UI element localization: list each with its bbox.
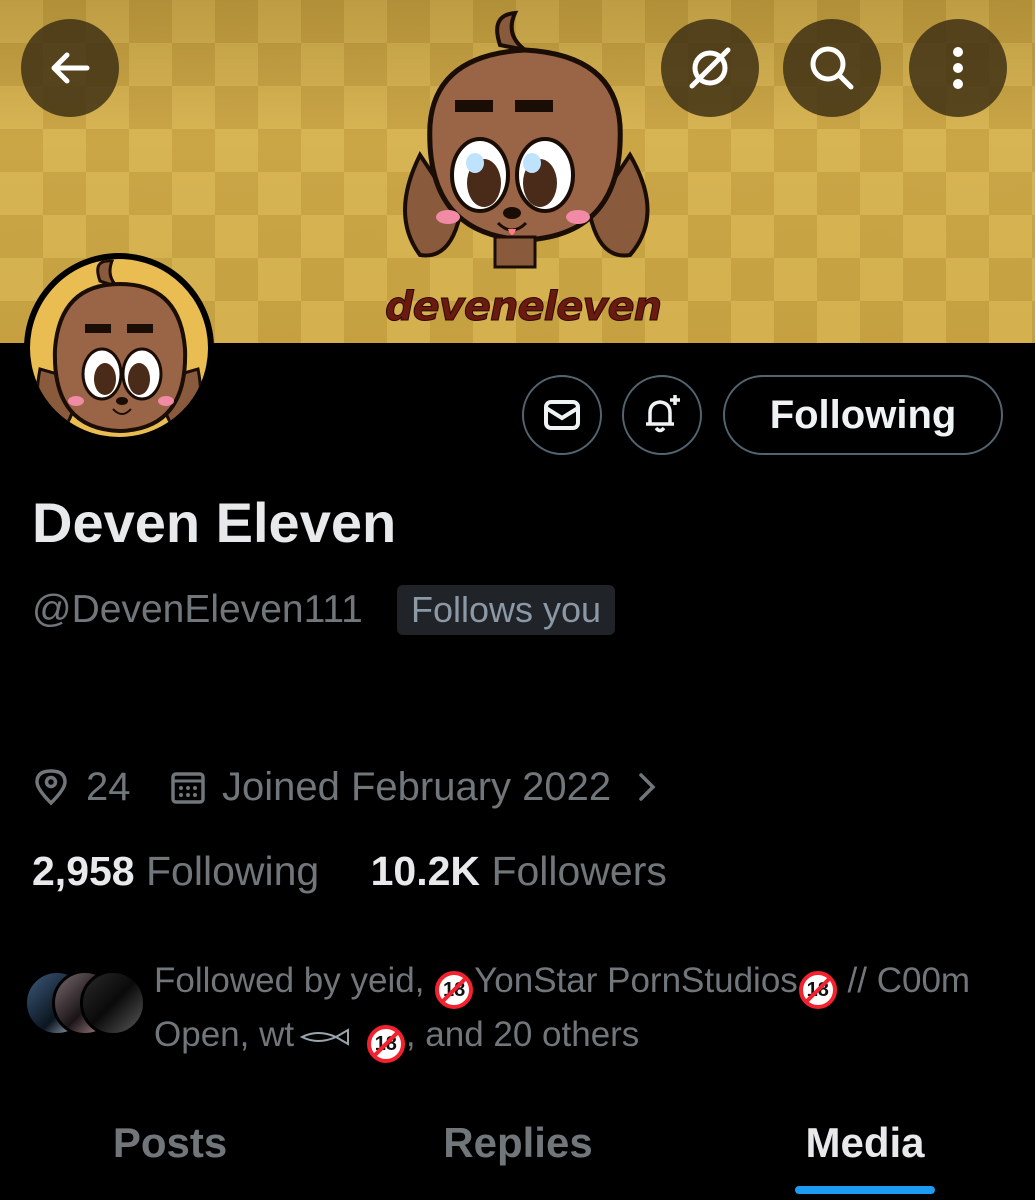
avatar-character-art	[36, 259, 202, 436]
followers-count: 10.2K	[370, 848, 481, 894]
message-button[interactable]	[522, 375, 602, 455]
calendar-icon	[171, 772, 205, 804]
followers-stat[interactable]: 10.2K Followers	[371, 848, 667, 894]
search-icon	[810, 46, 854, 90]
more-vertical-icon	[953, 47, 963, 89]
followed-by-separator: //	[837, 961, 867, 1000]
following-button[interactable]: Following	[723, 375, 1003, 455]
followed-by-avatars[interactable]	[24, 970, 146, 1036]
display-name: Deven Eleven	[32, 491, 397, 554]
followed-by-prefix: Followed by yeid,	[154, 961, 435, 1000]
following-stat[interactable]: 2,958 Following	[32, 848, 319, 894]
profile-avatar[interactable]	[24, 253, 214, 443]
following-count: 2,958	[32, 848, 135, 894]
more-button[interactable]	[909, 19, 1007, 117]
bell-plus-icon	[646, 395, 680, 433]
tab-posts[interactable]: Posts	[70, 1108, 270, 1178]
no-under-18-emoji-icon: 18	[435, 971, 474, 1009]
back-button[interactable]	[21, 19, 119, 117]
location-item: 24	[34, 760, 131, 814]
no-under-18-emoji-icon: 18	[366, 1025, 405, 1063]
back-arrow-icon	[51, 52, 90, 84]
envelope-icon	[544, 400, 580, 430]
tab-replies[interactable]: Replies	[418, 1108, 618, 1178]
location-pin-icon	[35, 769, 67, 806]
follower-avatar	[80, 970, 146, 1036]
following-label: Following	[146, 848, 320, 894]
grok-icon	[689, 47, 731, 89]
follow-stats: 2,958 Following 10.2K Followers	[32, 848, 667, 895]
active-tab-indicator	[795, 1186, 935, 1194]
joined-item[interactable]: Joined February 2022	[170, 760, 657, 814]
notifications-button[interactable]	[622, 375, 702, 455]
chevron-right-icon	[639, 773, 656, 801]
avatar-image	[30, 259, 208, 437]
banner-logo-text: deveneleven	[385, 284, 663, 331]
no-under-18-emoji-icon: 18	[798, 971, 837, 1009]
joined-text: Joined February 2022	[222, 764, 612, 809]
location-text: 24	[86, 764, 131, 809]
followed-by-suffix: , and 20 others	[405, 1015, 640, 1054]
tab-media[interactable]: Media	[765, 1108, 965, 1178]
followed-by-name: YonStar PornStudios	[474, 961, 798, 1000]
grok-button[interactable]	[661, 19, 759, 117]
user-handle: @DevenEleven111	[32, 588, 363, 631]
followed-by-text[interactable]: Followed by yeid, 18 YonStar PornStudios 1…	[154, 955, 984, 1063]
followers-label: Followers	[491, 848, 667, 894]
search-button[interactable]	[783, 19, 881, 117]
follows-you-badge: Follows you	[397, 585, 616, 635]
fish-emoji-icon	[299, 1028, 350, 1046]
